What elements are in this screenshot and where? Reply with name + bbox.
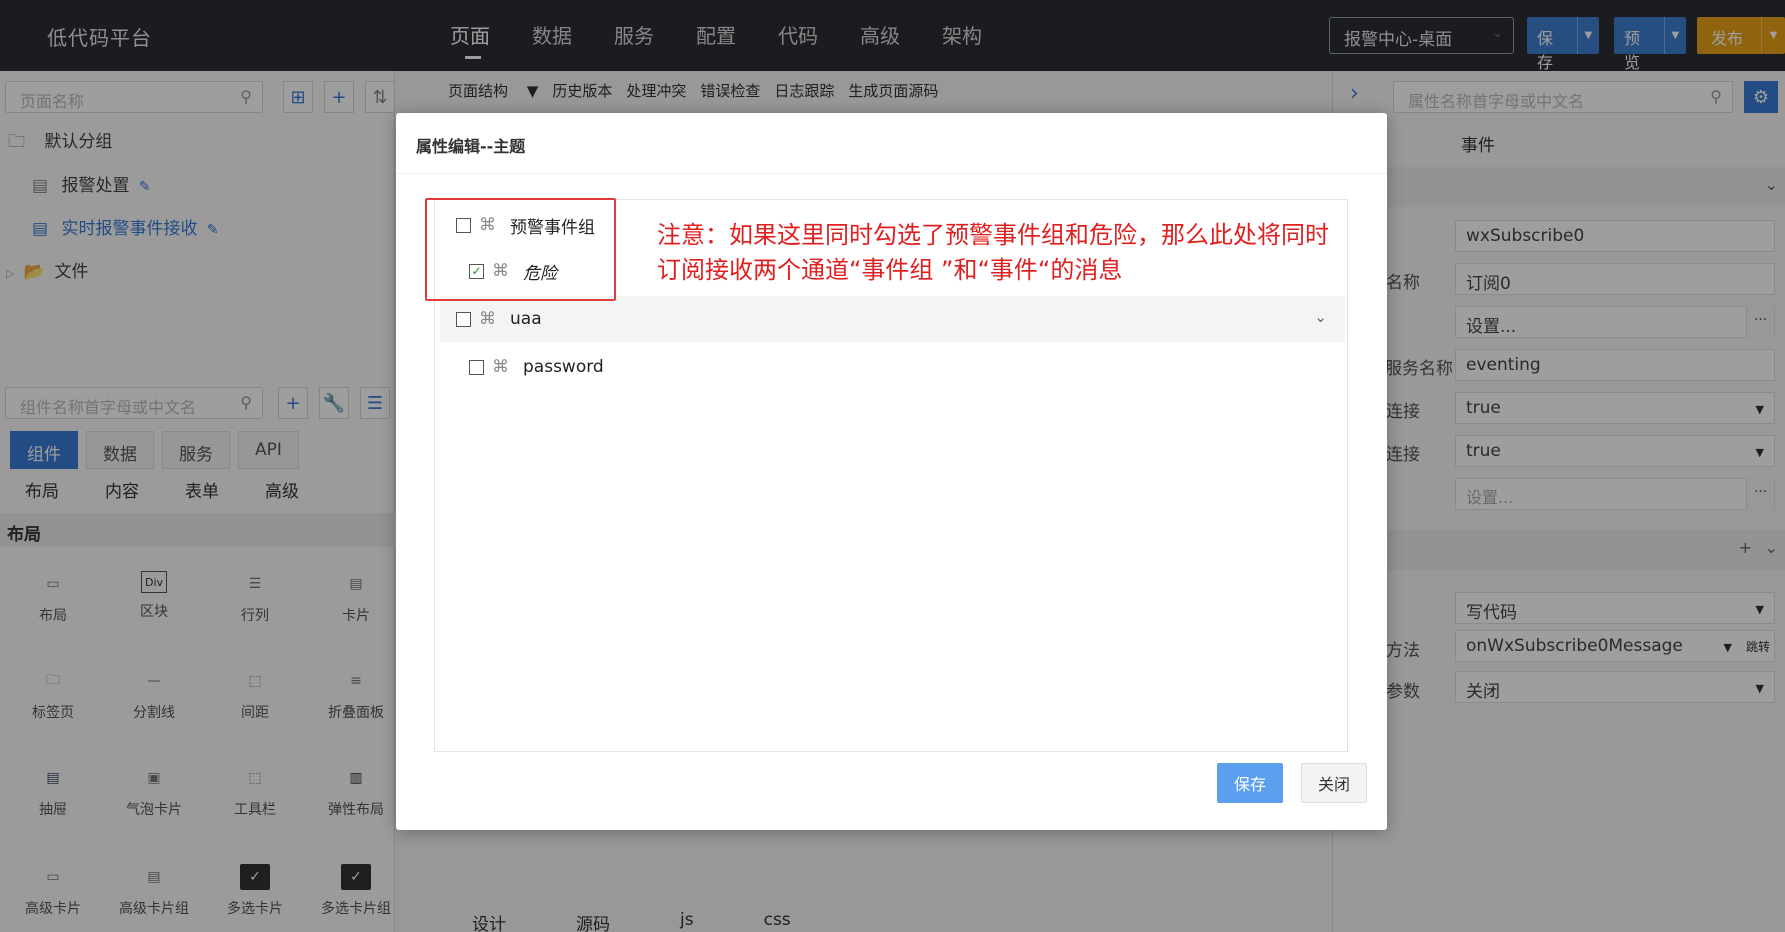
checkbox[interactable] bbox=[456, 311, 471, 327]
annotation-note-line: 订阅接收两个通道“事件组 ”和“事件“的消息 bbox=[657, 256, 1123, 284]
chevron-down-icon[interactable]: ⌄ bbox=[1314, 308, 1327, 326]
tree-row-child[interactable]: ⌘ password bbox=[440, 344, 1345, 390]
dialog-save-button[interactable]: 保存 bbox=[1217, 763, 1283, 803]
tree-row-label: password bbox=[523, 357, 604, 377]
tree-row-label: uaa bbox=[510, 309, 542, 329]
annotation-highlight-box bbox=[425, 198, 616, 301]
tree-row-group[interactable]: ⌘ uaa ⌄ bbox=[440, 296, 1345, 342]
checkbox[interactable] bbox=[469, 359, 484, 375]
dialog-title: 属性编辑--主题 bbox=[416, 137, 526, 156]
annotation-note-line: 注意：如果这里同时勾选了预警事件组和危险，那么此处将同时 bbox=[657, 221, 1329, 249]
annotation-note: 注意：如果这里同时勾选了预警事件组和危险，那么此处将同时 订阅接收两个通道“事件… bbox=[657, 218, 1392, 288]
dialog-divider bbox=[396, 173, 1387, 174]
group-icon: ⌘ bbox=[492, 357, 509, 377]
dialog-close-button[interactable]: 关闭 bbox=[1301, 763, 1367, 803]
group-icon: ⌘ bbox=[479, 309, 496, 329]
